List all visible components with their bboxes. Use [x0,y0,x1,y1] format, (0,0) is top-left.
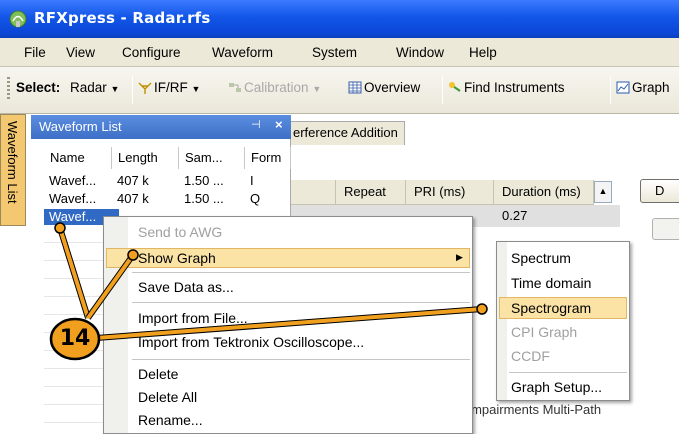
callout-lines [54,222,488,341]
callout-dot [54,222,66,234]
callout-overlay [49,222,488,361]
callout-line [86,253,135,320]
callout-line [95,307,483,340]
callout-number: 14 [59,326,91,351]
callout-line [58,227,90,319]
callout-dot [476,303,488,315]
callout-dot [127,249,139,261]
